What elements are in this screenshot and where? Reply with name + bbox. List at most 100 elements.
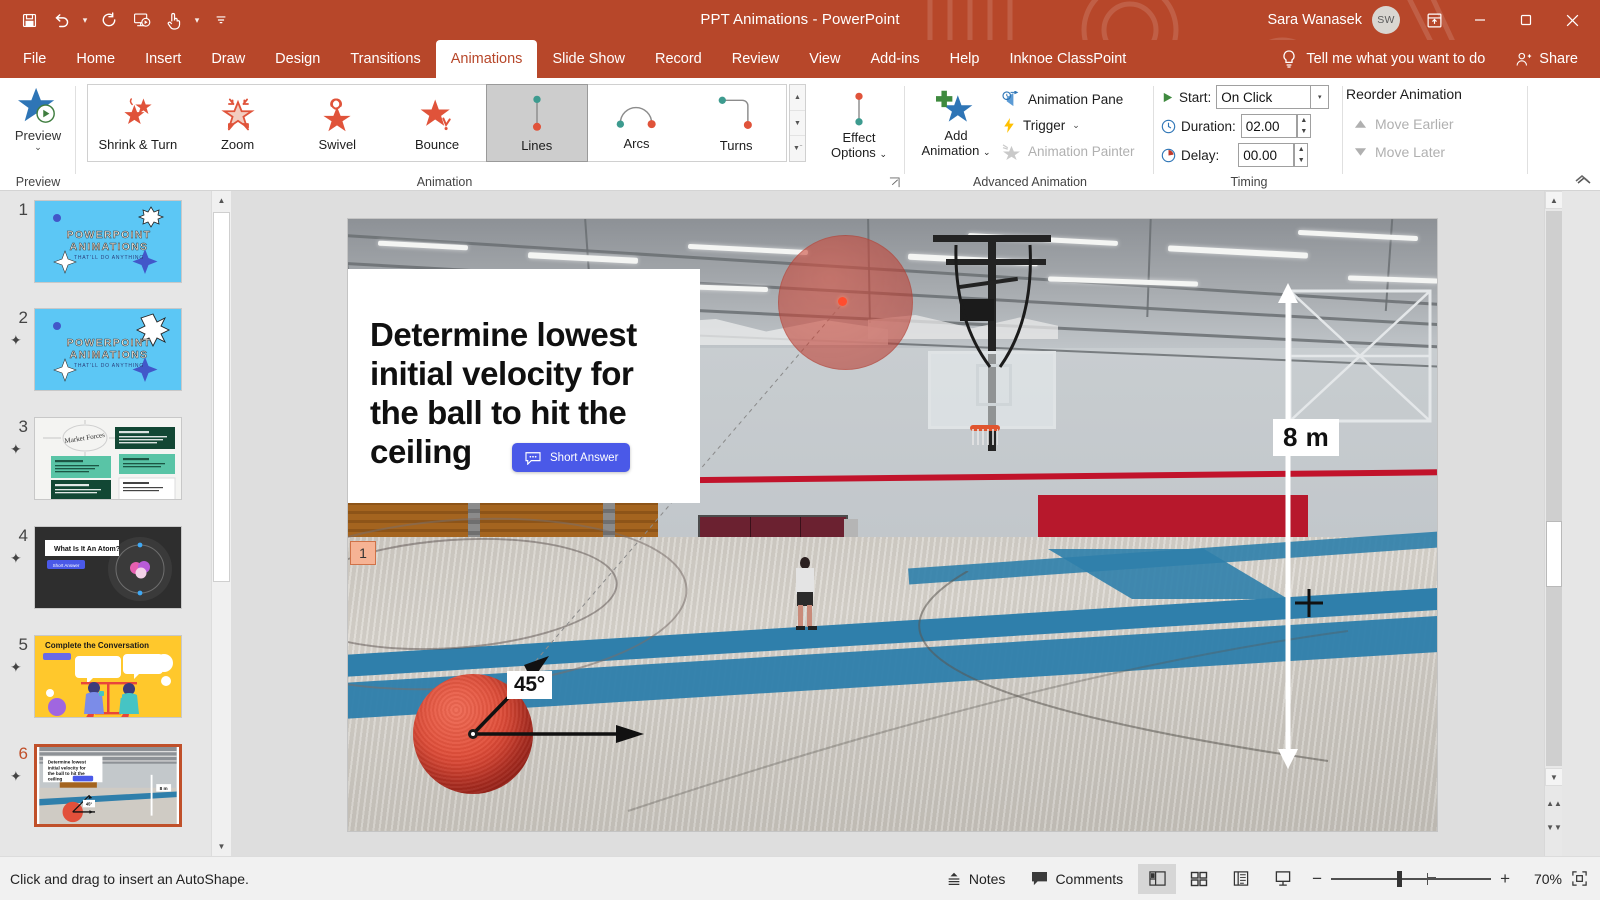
angle-label[interactable]: 45° [507, 671, 552, 699]
thumbnail-slide-6[interactable]: 6 ✦ 8 m 45° [0, 744, 211, 827]
gallery-item-zoom[interactable]: Zoom [188, 85, 288, 161]
gallery-item-shrink-and-turn[interactable]: Shrink & Turn [88, 85, 188, 161]
slide-scroll-down-icon[interactable]: ▼ [1545, 768, 1563, 786]
trigger-button[interactable]: Trigger ⌄ [1002, 112, 1150, 138]
tab-transitions[interactable]: Transitions [335, 40, 435, 78]
thumbnail-preview[interactable]: POWERPOINT ANIMATIONS THAT'LL DO ANYTHIN… [34, 200, 182, 283]
slide-scrollbar-thumb[interactable] [1546, 521, 1562, 587]
close-icon[interactable] [1550, 0, 1594, 40]
delay-value[interactable]: 00.00 [1238, 143, 1294, 167]
thumbnail-scroll-up-icon[interactable]: ▲ [212, 191, 231, 210]
height-label[interactable]: 8 m [1273, 419, 1339, 456]
animation-sequence-badge[interactable]: 1 [350, 541, 376, 565]
undo-dropdown-icon[interactable]: ▾ [78, 5, 92, 35]
ribbon-tabs[interactable]: File Home Insert Draw Design Transitions… [8, 40, 1141, 78]
slide-scroll-up-icon[interactable]: ▲ [1545, 191, 1563, 209]
effect-options-button[interactable]: Effect Options ⌄ [819, 84, 899, 164]
comments-button[interactable]: Comments [1020, 864, 1134, 894]
quick-access-toolbar[interactable]: ▾ ▾ [14, 0, 236, 40]
tab-record[interactable]: Record [640, 40, 717, 78]
gallery-item-turns[interactable]: Turns [686, 85, 786, 161]
zoom-slider[interactable]: − + [1312, 869, 1510, 889]
delay-stepper[interactable]: ▲▼ [1294, 143, 1308, 167]
current-slide[interactable]: 8 m 45° 1 Determine lowest initial veloc… [348, 219, 1437, 831]
gallery-item-arcs[interactable]: Arcs [587, 85, 687, 161]
tab-design[interactable]: Design [260, 40, 335, 78]
start-value[interactable]: On Click [1216, 85, 1311, 109]
animation-gallery[interactable]: Shrink & Turn Zoom [87, 84, 787, 162]
tab-view[interactable]: View [794, 40, 855, 78]
slide-show-icon[interactable] [1264, 864, 1302, 894]
zoom-slider-handle[interactable] [1397, 871, 1402, 887]
touch-mode-dropdown-icon[interactable]: ▾ [190, 5, 204, 35]
thumbnail-preview[interactable]: 8 m 45° Determine lowest initial velocit… [34, 744, 182, 827]
tab-slide-show[interactable]: Slide Show [537, 40, 640, 78]
restore-icon[interactable] [1504, 0, 1548, 40]
fit-to-window-button[interactable] [1566, 866, 1592, 892]
gallery-item-lines[interactable]: Lines [487, 85, 587, 161]
thumbnail-scroll-down-icon[interactable]: ▼ [212, 837, 231, 856]
thumbnail-scrollbar-thumb[interactable] [213, 212, 230, 582]
normal-view-icon[interactable] [1138, 864, 1176, 894]
thumbnail-preview[interactable]: POWERPOINT ANIMATIONS THAT'LL DO ANYTHIN… [34, 308, 182, 391]
gallery-more-icon[interactable]: ▼‾ [790, 136, 805, 161]
avatar[interactable]: SW [1372, 6, 1400, 34]
tab-inknoe-classpoint[interactable]: Inknoe ClassPoint [994, 40, 1141, 78]
thumbnail-slide-5[interactable]: 5 ✦ Complete the Conversation [0, 635, 211, 718]
gallery-scroll-buttons[interactable]: ▲ ▼ ▼‾ [789, 84, 806, 162]
slide-area-scrollbar[interactable]: ▲ ▼ ▲▲ ▼▼ [1544, 191, 1562, 856]
preview-dropdown-icon[interactable]: ⌄ [34, 143, 42, 151]
thumbnail-preview[interactable]: Market Forces [34, 417, 182, 500]
slide-thumbnail-pane[interactable]: 1 POWERPOINT ANIMATIONS THAT'LL DO ANYTH… [0, 191, 211, 856]
ribbon-display-options-icon[interactable] [1412, 0, 1456, 40]
tab-help[interactable]: Help [935, 40, 995, 78]
animation-pane-button[interactable]: Animation Pane [1002, 86, 1150, 112]
reading-view-icon[interactable] [1222, 864, 1260, 894]
zoom-out-button[interactable]: − [1312, 869, 1322, 889]
undo-icon[interactable] [46, 5, 76, 35]
short-answer-button[interactable]: Short Answer [512, 443, 630, 472]
customize-qat-icon[interactable] [206, 5, 236, 35]
thumbnail-slide-3[interactable]: 3 ✦ Market Forces [0, 417, 211, 500]
thumbnail-preview[interactable]: What Is It An Atom? Short Answer [34, 526, 182, 609]
gallery-scroll-up-icon[interactable]: ▲ [790, 85, 805, 111]
motion-path-endpoint-marker[interactable] [838, 297, 847, 306]
gallery-scroll-down-icon[interactable]: ▼ [790, 111, 805, 137]
chevron-down-icon[interactable]: ⌄ [1072, 120, 1080, 131]
duration-stepper[interactable]: ▲▼ [1297, 114, 1311, 138]
save-icon[interactable] [14, 5, 44, 35]
tab-review[interactable]: Review [717, 40, 795, 78]
redo-icon[interactable] [94, 5, 124, 35]
thumbnail-pane-scrollbar[interactable]: ▲ ▼ [211, 191, 230, 856]
slide-editing-area[interactable]: 8 m 45° 1 Determine lowest initial veloc… [231, 191, 1544, 856]
ribbon-up-chevron-icon[interactable] [1574, 174, 1590, 184]
previous-slide-icon[interactable]: ▲▲ [1546, 795, 1562, 812]
slide-text-card[interactable]: Determine lowest initial velocity for th… [348, 269, 700, 503]
add-animation-button[interactable]: Add Animation ⌄ [914, 84, 998, 164]
tab-insert[interactable]: Insert [130, 40, 196, 78]
height-measurement-arrow[interactable] [1268, 281, 1308, 771]
touch-mode-icon[interactable] [158, 5, 188, 35]
zoom-slider-track[interactable] [1331, 878, 1491, 880]
preview-button[interactable]: Preview ⌄ [4, 82, 72, 160]
thumbnail-slide-1[interactable]: 1 POWERPOINT ANIMATIONS THAT'LL DO ANYTH… [0, 200, 211, 283]
thumbnail-slide-2[interactable]: 2 ✦ POWERPOINT ANIMATIONS THAT'LL DO ANY… [0, 308, 211, 391]
tell-me-search[interactable]: Tell me what you want to do [1269, 49, 1497, 69]
notes-button[interactable]: Notes [935, 864, 1017, 894]
tab-home[interactable]: Home [61, 40, 130, 78]
gallery-item-bounce[interactable]: Bounce [387, 85, 487, 161]
gallery-item-swivel[interactable]: Swivel [287, 85, 387, 161]
slide-sorter-icon[interactable] [1180, 864, 1218, 894]
tab-add-ins[interactable]: Add-ins [855, 40, 934, 78]
tab-animations[interactable]: Animations [436, 40, 538, 78]
thumbnail-preview[interactable]: Complete the Conversation [34, 635, 182, 718]
start-dropdown-icon[interactable]: ▾ [1311, 85, 1329, 109]
minimize-icon[interactable] [1458, 0, 1502, 40]
next-slide-icon[interactable]: ▼▼ [1546, 819, 1562, 836]
thumbnail-slide-4[interactable]: 4 ✦ What Is It An Atom? Short Answer [0, 526, 211, 609]
duration-value[interactable]: 02.00 [1241, 114, 1297, 138]
effect-options-dialog-launcher[interactable] [889, 177, 901, 189]
slide-scrollbar-track[interactable] [1546, 211, 1562, 766]
zoom-level[interactable]: 70% [1520, 871, 1562, 887]
tab-file[interactable]: File [8, 40, 61, 78]
